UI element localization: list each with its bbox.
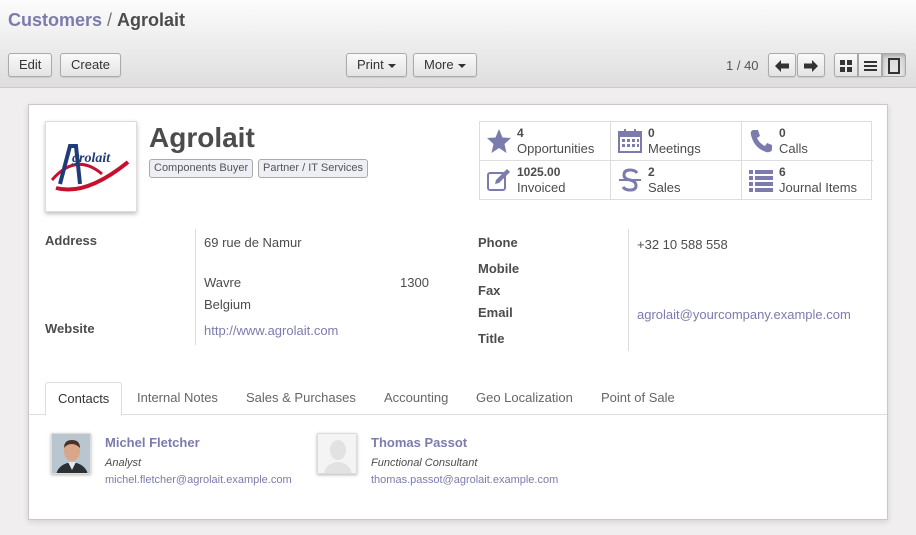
tag-components-buyer[interactable]: Components Buyer [149, 159, 254, 178]
opportunities-button[interactable]: 4 Opportunities [480, 122, 611, 161]
title-label: Title [478, 331, 505, 346]
print-button-label: Print [357, 57, 384, 72]
more-dropdown-button[interactable]: More [413, 53, 477, 77]
pager-next-button[interactable] [797, 53, 825, 77]
agrolait-logo-image: grolait [50, 144, 130, 192]
edit-button-label: Edit [19, 57, 42, 72]
meetings-count: 0 [648, 126, 655, 140]
tag-partner-it-services[interactable]: Partner / IT Services [258, 159, 369, 178]
caret-down-icon [457, 63, 466, 68]
address-label: Address [45, 233, 98, 248]
tab-contacts[interactable]: Contacts [45, 382, 123, 416]
form-view-button[interactable] [882, 53, 906, 77]
smart-buttons: 4 Opportunities 0 Meetings 0 Calls 1025.… [479, 121, 873, 200]
mobile-label: Mobile [478, 261, 520, 276]
person-photo-icon [52, 434, 90, 473]
email-label: Email [478, 305, 513, 320]
print-dropdown-button[interactable]: Print [346, 53, 407, 77]
form-sheet: grolait Agrolait Components Buyer Partne… [28, 104, 888, 520]
create-button[interactable]: Create [60, 53, 122, 77]
calls-button[interactable]: 0 Calls [742, 122, 873, 161]
zip-value: 1300 [400, 275, 429, 290]
list-icon [749, 170, 773, 192]
breadcrumb-customers-link[interactable]: Customers [8, 10, 102, 30]
create-button-label: Create [71, 57, 111, 72]
partner-logo[interactable]: grolait [45, 121, 137, 212]
journal-items-count: 6 [779, 165, 786, 179]
pager-value[interactable]: 1 / 40 [726, 58, 759, 73]
calls-label: Calls [779, 141, 808, 156]
invoiced-label: Invoiced [517, 180, 566, 195]
edit-button[interactable]: Edit [8, 53, 53, 77]
invoiced-button[interactable]: 1025.00 Invoiced [480, 161, 611, 200]
form-view-icon [888, 57, 900, 74]
arrow-left-icon [775, 59, 789, 72]
list-view-button[interactable] [858, 53, 882, 77]
website-link[interactable]: http://www.agrolait.com [204, 323, 338, 338]
breadcrumb-current: Agrolait [117, 10, 186, 30]
star-icon [487, 129, 511, 153]
notebook-tabs: Contacts Internal Notes Sales & Purchase… [29, 382, 887, 416]
meetings-button[interactable]: 0 Meetings [611, 122, 742, 161]
breadcrumb-separator: / [107, 10, 113, 30]
avatar [317, 433, 357, 474]
strikethrough-icon [619, 168, 641, 192]
pager-previous-button[interactable] [768, 53, 796, 77]
partner-name: Agrolait [149, 122, 255, 153]
meetings-label: Meetings [648, 141, 701, 156]
invoiced-amount: 1025.00 [517, 165, 561, 179]
calls-count: 0 [779, 126, 786, 140]
city-value: Wavre [204, 275, 242, 290]
breadcrumb: Customers / Agrolait [8, 10, 185, 31]
fax-label: Fax [478, 283, 501, 298]
svg-text:grolait: grolait [71, 151, 111, 166]
kanban-view-button[interactable] [834, 53, 858, 77]
opportunities-count: 4 [517, 126, 524, 140]
kanban-icon [840, 59, 852, 72]
opportunities-label: Opportunities [517, 141, 595, 156]
list-view-icon [863, 60, 877, 71]
tab-accounting[interactable]: Accounting [384, 382, 448, 415]
sales-label: Sales [648, 180, 681, 195]
left-group-separator [195, 229, 196, 345]
sales-count: 2 [648, 165, 655, 179]
journal-items-button[interactable]: 6 Journal Items [742, 161, 873, 200]
tab-internal-notes[interactable]: Internal Notes [137, 382, 218, 415]
contact-function: Analyst [105, 457, 142, 469]
more-button-label: More [424, 57, 454, 72]
contact-name[interactable]: Thomas Passot [371, 435, 467, 450]
person-placeholder-icon [318, 434, 356, 473]
phone-icon [750, 130, 772, 153]
tab-sales-purchases[interactable]: Sales & Purchases [246, 382, 356, 415]
avatar [51, 433, 91, 474]
pencil-square-icon [487, 169, 510, 191]
contact-function: Functional Consultant [371, 457, 478, 469]
phone-value: +32 10 588 558 [637, 237, 728, 252]
journal-items-label: Journal Items [779, 180, 858, 195]
control-panel: Customers / Agrolait Edit Create Print Mor… [0, 0, 916, 88]
contact-name[interactable]: Michel Fletcher [105, 435, 200, 450]
email-link[interactable]: agrolait@yourcompany.example.com [637, 307, 851, 322]
sales-button[interactable]: 2 Sales [611, 161, 742, 200]
website-label: Website [45, 321, 95, 336]
right-group-separator [628, 229, 629, 351]
tab-geo-localization[interactable]: Geo Localization [476, 382, 573, 415]
street-value: 69 rue de Namur [204, 235, 302, 250]
contact-email[interactable]: michel.fletcher@agrolait.example.com [105, 474, 292, 486]
tab-point-of-sale[interactable]: Point of Sale [601, 382, 675, 415]
arrow-right-icon [804, 59, 818, 72]
phone-label: Phone [478, 235, 518, 250]
caret-down-icon [387, 63, 396, 68]
calendar-icon [618, 129, 642, 153]
contact-email[interactable]: thomas.passot@agrolait.example.com [371, 474, 558, 486]
country-value: Belgium [204, 297, 251, 312]
